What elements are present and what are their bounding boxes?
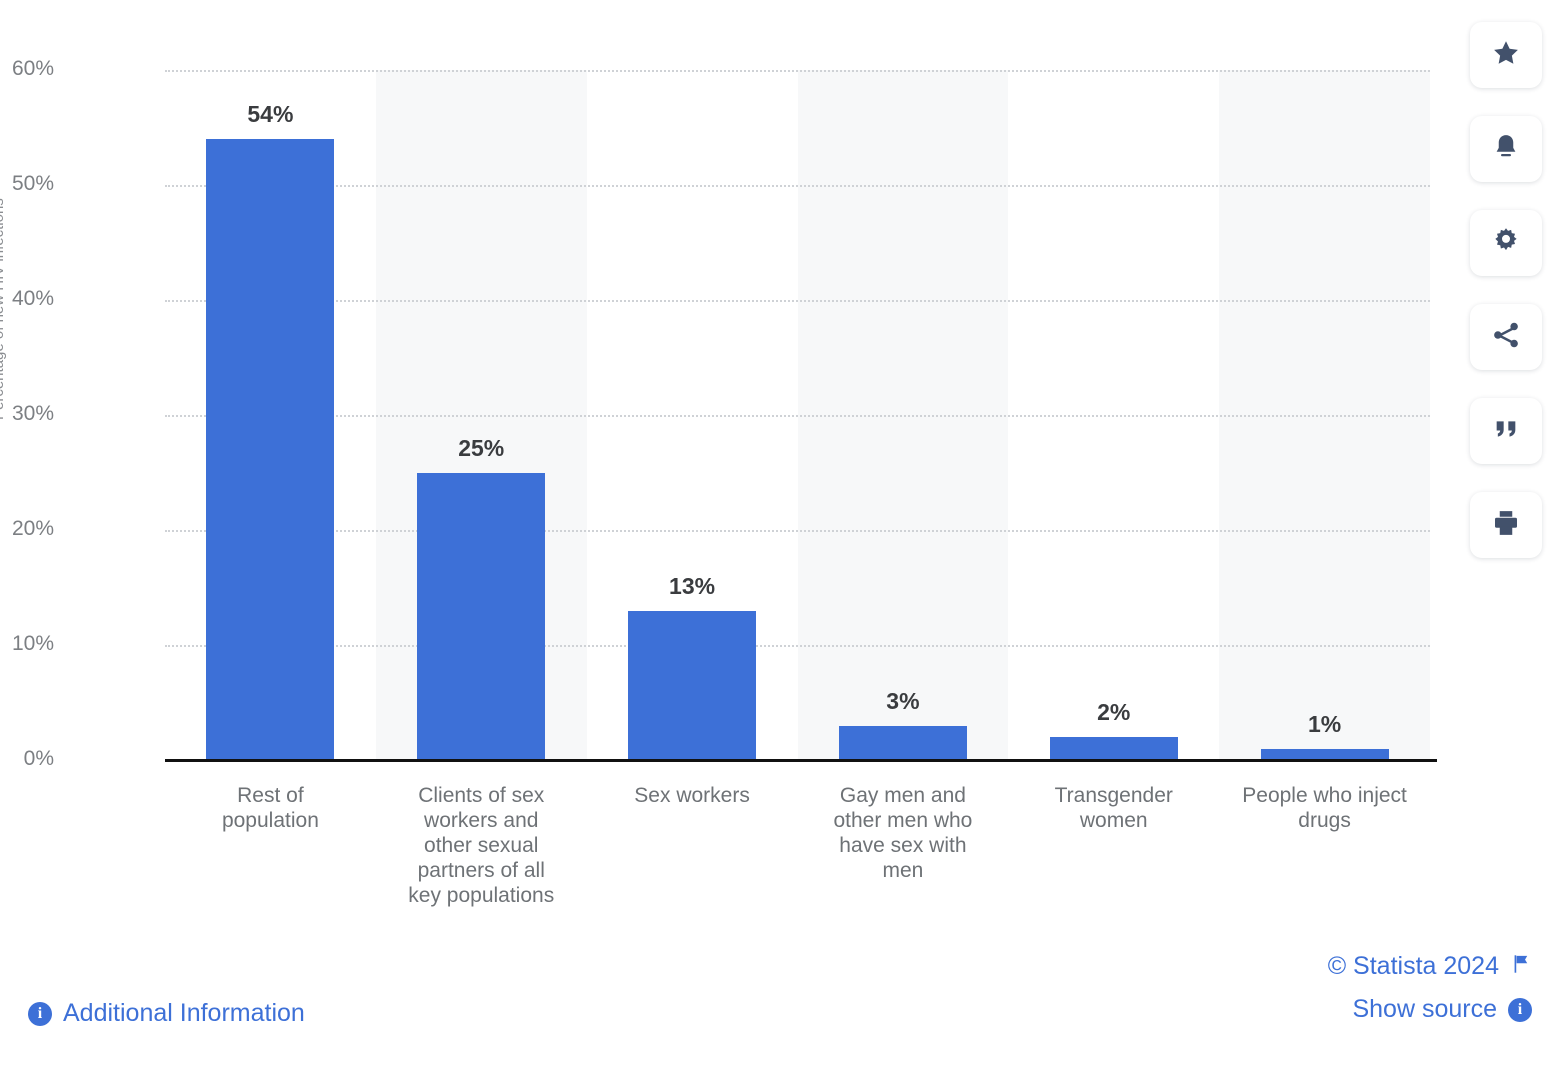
x-axis-category-label: Gay men and other men who have sex with men [833,784,973,882]
bar-value-label: 1% [1307,710,1342,737]
copyright-row[interactable]: © Statista 2024 [1328,952,1532,981]
star-icon [1491,38,1521,73]
gridline [165,645,1430,647]
show-source-label: Show source [1352,995,1497,1023]
y-axis-tick-label: 40% [11,287,54,310]
printer-icon [1491,508,1521,543]
flag-icon[interactable] [1510,953,1532,980]
y-axis-tick-label: 0% [23,747,54,770]
y-axis-tick-label: 30% [11,402,54,425]
bar[interactable] [628,610,757,760]
footer-right: © Statista 2024 Show source i [1328,952,1532,1024]
show-source-row[interactable]: Show source i [1352,995,1532,1024]
x-axis-category-label: Sex workers [634,784,750,807]
copyright-label: © Statista 2024 [1327,952,1499,980]
chart-container: Percentage of new HIV infections 54% 25% 1… [0,0,1460,940]
additional-information-label: Additional Information [63,999,305,1027]
gridline [165,185,1430,187]
info-icon: i [28,1001,52,1026]
gridline [165,300,1430,302]
y-axis-tick-label: 60% [11,57,54,80]
bar-value-label: 54% [247,101,294,127]
bar[interactable] [206,139,335,760]
bar-value-label: 2% [1097,699,1131,725]
alert-button[interactable] [1470,116,1542,182]
favorite-button[interactable] [1470,22,1542,88]
bell-icon [1491,132,1521,167]
info-icon: i [1508,997,1532,1022]
action-toolbar [1470,22,1542,558]
share-icon [1491,320,1521,355]
bar[interactable] [838,725,967,760]
share-button[interactable] [1470,304,1542,370]
bar-value-label: 25% [458,434,505,461]
gridline [165,530,1430,532]
x-axis-category-label: Clients of sex workers and other sexual par… [408,784,555,907]
additional-information-link[interactable]: i Additional Information [28,999,305,1028]
bar[interactable] [417,472,546,760]
gear-icon [1491,226,1521,261]
plot-area: 54% 25% 13% 3% 2% 1% [165,70,1430,760]
bar-value-label: 13% [669,572,716,599]
bar[interactable] [1049,737,1178,760]
axis-baseline [165,759,1437,762]
print-button[interactable] [1470,492,1542,558]
gridline [165,70,1430,72]
quote-icon [1492,415,1520,448]
cite-button[interactable] [1470,398,1542,464]
y-axis-tick-label: 50% [11,172,54,195]
y-axis-tick-label: 20% [11,517,54,540]
statista-chart-page: Percentage of new HIV infections 54% 25% 1… [0,0,1560,1070]
y-axis-tick-label: 10% [11,632,54,655]
gridline [165,415,1430,417]
x-axis-category-label: People who inject drugs [1242,784,1407,832]
x-axis-category-label: Rest of population [221,784,319,832]
settings-button[interactable] [1470,210,1542,276]
x-axis-category-label: Transgender women [1054,784,1173,832]
bar-value-label: 3% [886,687,920,714]
